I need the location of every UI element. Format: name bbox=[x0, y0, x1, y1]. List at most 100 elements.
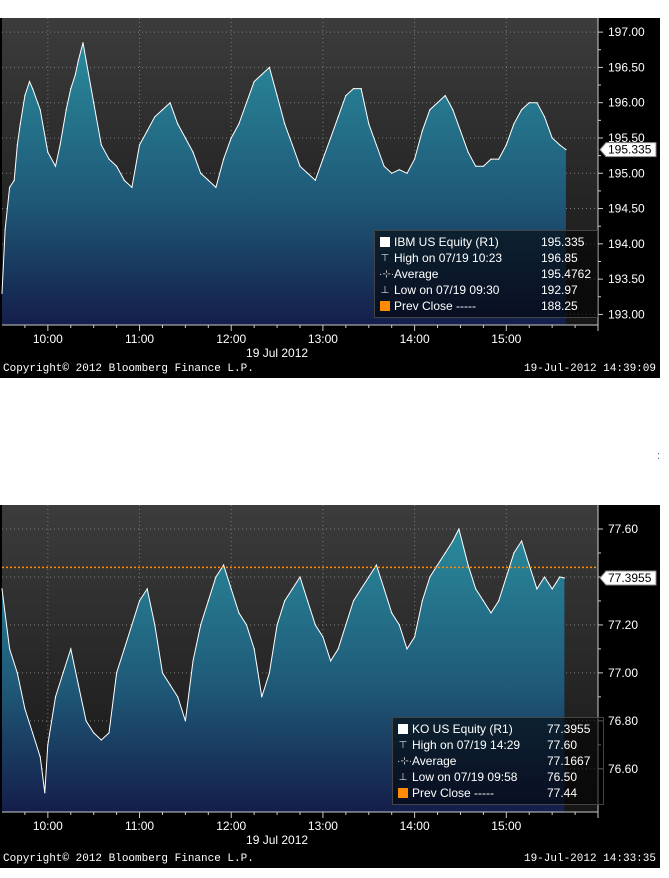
ko-data-point bbox=[200, 624, 202, 626]
ibm-date-label: 19 Jul 2012 bbox=[246, 346, 308, 360]
ibm-data-point bbox=[398, 169, 400, 171]
ko-data-point bbox=[436, 564, 439, 566]
ibm-data-point bbox=[184, 137, 186, 139]
ibm-y-tick-label: 196.00 bbox=[608, 96, 645, 110]
ko-data-point bbox=[54, 696, 57, 698]
ibm-data-point bbox=[322, 158, 324, 160]
ko-data-point bbox=[421, 600, 423, 602]
white-square-icon bbox=[380, 237, 390, 247]
ko-x-tick-label: 13:00 bbox=[308, 819, 338, 833]
ibm-data-point bbox=[360, 88, 362, 90]
ibm-legend-value: 195.4762 bbox=[540, 267, 591, 281]
ko-legend-row: KO US Equity (R1) 77.3955 bbox=[397, 721, 597, 737]
ibm-data-point bbox=[238, 123, 240, 125]
ibm-data-point bbox=[28, 80, 31, 83]
ibm-y-tick-label: 195.00 bbox=[608, 166, 645, 180]
ibm-timestamp: 19-Jul-2012 14:39:09 bbox=[523, 363, 656, 375]
ibm-data-point bbox=[383, 165, 385, 167]
ko-legend-label: High on 07/19 14:29 bbox=[412, 738, 521, 752]
ko-data-point bbox=[62, 672, 64, 674]
ibm-data-point bbox=[169, 102, 171, 104]
ko-data-point bbox=[253, 648, 255, 650]
ibm-footer: Copyright© 2012 Bloomberg Finance L.P. 1… bbox=[0, 360, 660, 378]
ko-last-value-label: 77.3955 bbox=[608, 571, 652, 585]
ibm-data-point bbox=[82, 42, 84, 44]
ibm-legend-row: IBM US Equity (R1) 195.335 bbox=[379, 234, 591, 250]
ko-data-point bbox=[391, 612, 393, 614]
ko-legend-row: ⊤ High on 07/19 14:29 77.60 bbox=[397, 737, 597, 753]
ko-data-point bbox=[429, 576, 431, 578]
ibm-data-point bbox=[368, 123, 370, 125]
ibm-data-point bbox=[215, 186, 217, 188]
ibm-y-tick-label: 196.50 bbox=[608, 60, 645, 74]
ko-legend-value: 76.50 bbox=[547, 770, 578, 784]
ibm-data-point bbox=[551, 137, 553, 139]
ko-data-point bbox=[444, 552, 446, 554]
ko-data-point bbox=[100, 739, 102, 741]
ko-legend-value: 77.44 bbox=[547, 786, 578, 800]
ibm-data-point bbox=[13, 179, 15, 181]
ko-data-point bbox=[536, 588, 538, 590]
ko-legend-value: 77.60 bbox=[547, 738, 578, 752]
ibm-data-point bbox=[421, 130, 423, 132]
ko-data-point bbox=[398, 624, 400, 626]
ibm-data-point bbox=[24, 95, 26, 97]
ibm-data-point bbox=[291, 144, 293, 146]
ibm-x-tick-label: 12:00 bbox=[216, 332, 246, 346]
ko-data-point bbox=[299, 576, 301, 578]
ko-x-tick-label: 10:00 bbox=[33, 819, 63, 833]
ko-data-point bbox=[177, 696, 179, 698]
ko-x-tick-label: 12:00 bbox=[216, 819, 246, 833]
ko-data-point bbox=[268, 672, 270, 674]
ko-data-point bbox=[521, 540, 523, 542]
ko-data-point bbox=[383, 588, 385, 590]
ko-y-tick-label: 76.80 bbox=[608, 714, 638, 728]
ko-data-point bbox=[276, 624, 278, 626]
ibm-data-point bbox=[505, 144, 507, 146]
ko-legend-row: Prev Close ----- 77.44 bbox=[397, 785, 597, 801]
ibm-data-point bbox=[131, 186, 133, 188]
ko-data-point bbox=[47, 744, 49, 746]
ibm-legend-row: ⊤ High on 07/19 10:23 196.85 bbox=[379, 250, 591, 266]
ibm-x-tick-label: 10:00 bbox=[33, 332, 63, 346]
ibm-data-point bbox=[337, 116, 339, 118]
ko-data-point bbox=[116, 672, 118, 674]
ibm-data-point bbox=[543, 116, 546, 118]
ibm-data-point bbox=[299, 165, 301, 167]
ibm-data-point bbox=[284, 123, 286, 125]
ko-data-point bbox=[215, 576, 217, 578]
ibm-data-point bbox=[31, 88, 34, 90]
ko-data-point bbox=[184, 720, 186, 722]
ibm-data-point bbox=[406, 172, 408, 174]
ko-data-point bbox=[559, 576, 561, 578]
ko-data-point bbox=[452, 540, 454, 542]
ko-data-point bbox=[146, 588, 148, 590]
ibm-data-point bbox=[9, 186, 11, 188]
ibm-data-point bbox=[177, 123, 179, 125]
ibm-data-point bbox=[116, 165, 118, 167]
ibm-y-tick-label: 194.00 bbox=[608, 237, 645, 251]
orange-square-icon bbox=[380, 301, 390, 311]
ko-data-point bbox=[322, 636, 324, 638]
ibm-legend-value: 192.97 bbox=[541, 283, 578, 297]
ibm-data-point bbox=[207, 179, 209, 181]
ko-data-point bbox=[223, 564, 225, 566]
ibm-legend-label: Average bbox=[394, 267, 439, 281]
ibm-data-point bbox=[429, 109, 431, 111]
ko-y-tick-label: 77.60 bbox=[608, 522, 638, 536]
ko-data-point bbox=[161, 672, 164, 674]
ibm-data-point bbox=[261, 73, 263, 76]
ibm-data-point bbox=[93, 102, 95, 104]
ibm-data-point bbox=[65, 109, 67, 111]
low-marker-icon: ⊥ bbox=[380, 284, 390, 296]
ibm-x-tick-label: 14:00 bbox=[400, 332, 430, 346]
ko-copyright: Copyright© 2012 Bloomberg Finance L.P. bbox=[3, 853, 254, 865]
ibm-data-point bbox=[16, 144, 18, 146]
ibm-data-point bbox=[490, 158, 492, 160]
ibm-data-point bbox=[154, 116, 156, 118]
ibm-data-point bbox=[314, 179, 316, 181]
ibm-legend-label: IBM US Equity (R1) bbox=[394, 235, 499, 249]
ko-data-point bbox=[513, 552, 515, 554]
ko-legend-value: 77.1667 bbox=[547, 754, 591, 768]
ibm-copyright: Copyright© 2012 Bloomberg Finance L.P. bbox=[3, 363, 254, 375]
